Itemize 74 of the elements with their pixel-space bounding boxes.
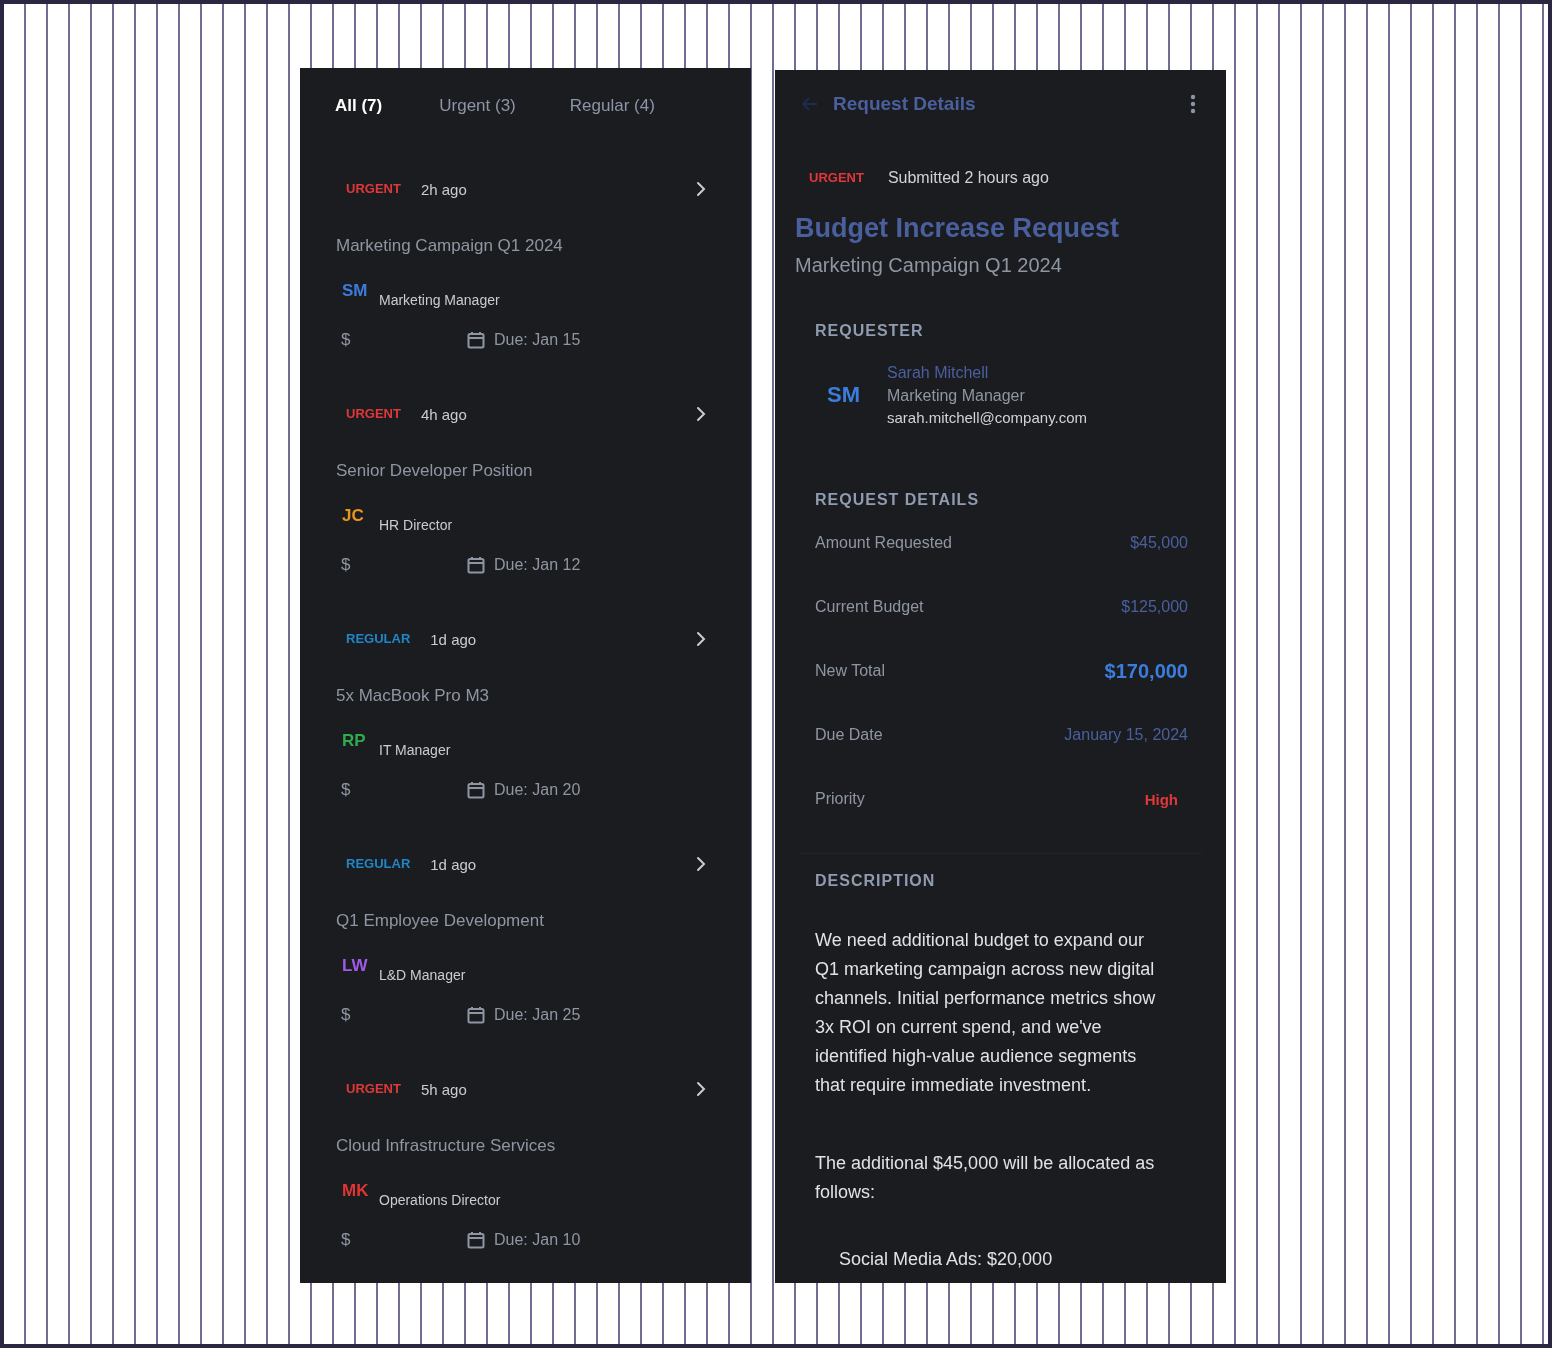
filter-tab[interactable]: Urgent (3) bbox=[428, 89, 527, 122]
allocation-item: Social Media Ads: $20,000 bbox=[838, 1248, 1054, 1271]
avatar-initials: SM bbox=[341, 280, 369, 302]
avatar-initials: LW bbox=[341, 955, 369, 977]
time-ago: 2h ago bbox=[420, 180, 467, 198]
time-ago: 1d ago bbox=[430, 855, 477, 873]
avatar-initials: JC bbox=[341, 505, 365, 527]
priority-tag: URGENT bbox=[336, 1077, 411, 1101]
priority-tag: REGULAR bbox=[336, 852, 421, 876]
filter-tab[interactable]: All (7) bbox=[324, 89, 394, 122]
currency-sign: $ bbox=[340, 1005, 352, 1025]
currency-sign: $ bbox=[340, 1230, 352, 1250]
priority-tag: URGENT bbox=[336, 177, 411, 201]
currency-sign: $ bbox=[340, 330, 352, 350]
detail-label: Amount Requested bbox=[815, 534, 952, 552]
more-options-icon[interactable] bbox=[1190, 94, 1196, 114]
priority-tag: URGENT bbox=[799, 166, 874, 190]
request-subtitle: Marketing Campaign Q1 2024 bbox=[794, 253, 1063, 278]
requester-role: L&D Manager bbox=[379, 966, 466, 984]
request-subtitle: Marketing Campaign Q1 2024 bbox=[336, 235, 564, 257]
time-ago: 5h ago bbox=[420, 1080, 467, 1098]
time-ago: 4h ago bbox=[420, 405, 467, 423]
due-date: Due: Jan 25 bbox=[494, 1006, 581, 1024]
detail-label: New Total bbox=[815, 662, 885, 680]
detail-value: $125,000 bbox=[1121, 598, 1188, 616]
description-paragraph: The additional $45,000 will be allocated as follows: bbox=[815, 1152, 1156, 1204]
request-subtitle: Q1 Employee Development bbox=[336, 910, 545, 932]
section-heading: REQUEST DETAILS bbox=[815, 490, 981, 510]
due-date: Due: Jan 15 bbox=[494, 331, 581, 349]
request-subtitle: 5x MacBook Pro M3 bbox=[336, 685, 491, 707]
calendar-icon bbox=[467, 781, 485, 799]
requester-role: HR Director bbox=[379, 516, 453, 534]
due-date: Due: Jan 10 bbox=[494, 1231, 581, 1249]
detail-label: Current Budget bbox=[815, 598, 924, 616]
detail-value: $45,000 bbox=[1130, 534, 1188, 552]
submitted-time: Submitted 2 hours ago bbox=[887, 169, 1049, 187]
priority-tag: URGENT bbox=[336, 402, 411, 426]
requester-name: Sarah Mitchell bbox=[887, 363, 990, 383]
calendar-icon bbox=[467, 556, 485, 574]
requester-role: Marketing Manager bbox=[887, 386, 1026, 406]
chevron-right-icon[interactable] bbox=[695, 856, 707, 872]
requester-role: IT Manager bbox=[379, 741, 451, 759]
description-paragraph: We need additional budget to expand our Q1 marketing campaign across new digital channels. Initial performance metrics show 3x ROI on current spend, and we've identified high-value audience segments that require immediate investment. bbox=[815, 929, 1157, 1097]
requester-role: Operations Director bbox=[379, 1191, 501, 1209]
detail-value: January 15, 2024 bbox=[1064, 726, 1188, 744]
section-heading: DESCRIPTION bbox=[815, 871, 937, 891]
filter-tab[interactable]: Regular (4) bbox=[558, 89, 666, 122]
avatar-initials: SM bbox=[826, 382, 861, 408]
currency-sign: $ bbox=[340, 555, 352, 575]
requester-email: sarah.mitchell@company.com bbox=[887, 408, 1088, 428]
chevron-right-icon[interactable] bbox=[695, 181, 707, 197]
request-subtitle: Senior Developer Position bbox=[336, 460, 534, 482]
chevron-right-icon[interactable] bbox=[695, 406, 707, 422]
priority-tag: REGULAR bbox=[336, 627, 421, 651]
currency-sign: $ bbox=[340, 780, 352, 800]
detail-value: High bbox=[1144, 790, 1178, 808]
calendar-icon bbox=[467, 1006, 485, 1024]
time-ago: 1d ago bbox=[430, 630, 477, 648]
due-date: Due: Jan 12 bbox=[494, 556, 581, 574]
detail-value: $170,000 bbox=[1104, 659, 1188, 683]
chevron-right-icon[interactable] bbox=[695, 631, 707, 647]
calendar-icon bbox=[467, 1231, 485, 1249]
requester-role: Marketing Manager bbox=[379, 291, 500, 309]
request-subtitle: Cloud Infrastructure Services bbox=[336, 1135, 557, 1157]
calendar-icon bbox=[467, 331, 485, 349]
detail-label: Due Date bbox=[815, 726, 883, 744]
due-date: Due: Jan 20 bbox=[494, 781, 581, 799]
avatar-initials: RP bbox=[341, 730, 367, 752]
request-title: Budget Increase Request bbox=[794, 212, 1121, 245]
chevron-right-icon[interactable] bbox=[695, 1081, 707, 1097]
avatar-initials: MK bbox=[341, 1180, 370, 1202]
screen-title: Request Details bbox=[833, 93, 976, 115]
section-heading: REQUESTER bbox=[815, 321, 925, 341]
detail-label: Priority bbox=[815, 790, 865, 808]
